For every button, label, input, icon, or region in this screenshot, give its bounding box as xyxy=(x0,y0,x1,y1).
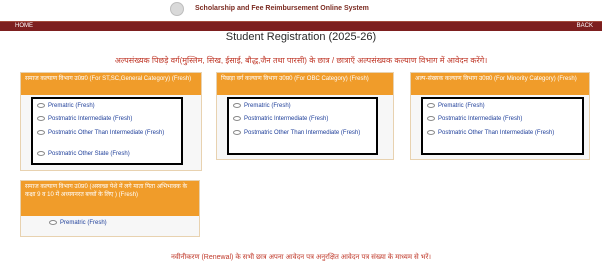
radio-button[interactable] xyxy=(37,129,45,135)
emblem-logo xyxy=(170,2,184,16)
back-link[interactable]: BACK xyxy=(577,22,593,31)
radio-button[interactable] xyxy=(233,103,241,108)
option-postmatric-intermediate[interactable]: Postmatric Intermediate (Fresh) xyxy=(233,116,328,122)
options-box: Prematric (Fresh) Postmatric Intermediat… xyxy=(31,97,183,165)
card-heading: समाज कल्याण विभाग उ0प्र0 (For ST,SC,Gene… xyxy=(21,73,201,95)
radio-button[interactable] xyxy=(233,129,241,135)
option-postmatric-intermediate[interactable]: Postmatric Intermediate (Fresh) xyxy=(427,116,522,122)
nav-bar: HOME BACK xyxy=(0,21,602,31)
card-heading: समाज कल्याण विभाग उ0प्र0 (अस्वच्छ पेशे म… xyxy=(21,181,199,216)
site-header: Scholarship and Fee Reimbursement Online… xyxy=(0,0,602,21)
radio-button[interactable] xyxy=(427,129,435,135)
option-prematric[interactable]: Prematric (Fresh) xyxy=(49,220,107,226)
minority-notice: अल्पसंख्यक पिछड़े वर्ग(मुस्लिम, सिख, ईसा… xyxy=(114,56,488,65)
radio-button[interactable] xyxy=(49,220,57,225)
card-social-welfare: समाज कल्याण विभाग उ0प्र0 (For ST,SC,Gene… xyxy=(20,72,202,171)
option-prematric[interactable]: Prematric (Fresh) xyxy=(427,103,485,109)
card-heading: अल्प-संख्यक कल्याण विभाग उ0प्र0 (For Min… xyxy=(411,73,589,95)
system-title: Scholarship and Fee Reimbursement Online… xyxy=(195,5,369,12)
radio-button[interactable] xyxy=(37,116,45,121)
options-box: Prematric (Fresh) Postmatric Intermediat… xyxy=(421,97,584,155)
page-title: Student Registration (2025-26) xyxy=(225,31,377,43)
option-prematric[interactable]: Prematric (Fresh) xyxy=(233,103,291,109)
card-obc-welfare: पिछड़ा वर्ग कल्याण विभाग उ0प्र0 (For OBC… xyxy=(216,72,394,160)
radio-button[interactable] xyxy=(233,116,241,121)
option-prematric[interactable]: Prematric (Fresh) xyxy=(37,103,95,109)
radio-button[interactable] xyxy=(427,116,435,121)
card-heading: पिछड़ा वर्ग कल्याण विभाग उ0प्र0 (For OBC… xyxy=(217,73,393,95)
option-postmatric-other[interactable]: Postmatric Other Than Intermediate (Fres… xyxy=(427,129,577,138)
options-box: Prematric (Fresh) Postmatric Intermediat… xyxy=(227,97,378,155)
option-postmatric-other-state[interactable]: Postmatric Other State (Fresh) xyxy=(37,151,130,157)
card-unclean-occupation: समाज कल्याण विभाग उ0प्र0 (अस्वच्छ पेशे म… xyxy=(20,180,200,237)
radio-button[interactable] xyxy=(37,151,45,156)
option-postmatric-other[interactable]: Postmatric Other Than Intermediate (Fres… xyxy=(233,129,373,138)
radio-button[interactable] xyxy=(37,103,45,108)
radio-button[interactable] xyxy=(427,103,435,108)
option-postmatric-other[interactable]: Postmatric Other Than Intermediate (Fres… xyxy=(37,129,177,138)
option-postmatric-intermediate[interactable]: Postmatric Intermediate (Fresh) xyxy=(37,116,132,122)
home-link[interactable]: HOME xyxy=(15,22,33,31)
card-minority-welfare: अल्प-संख्यक कल्याण विभाग उ0प्र0 (For Min… xyxy=(410,72,590,160)
